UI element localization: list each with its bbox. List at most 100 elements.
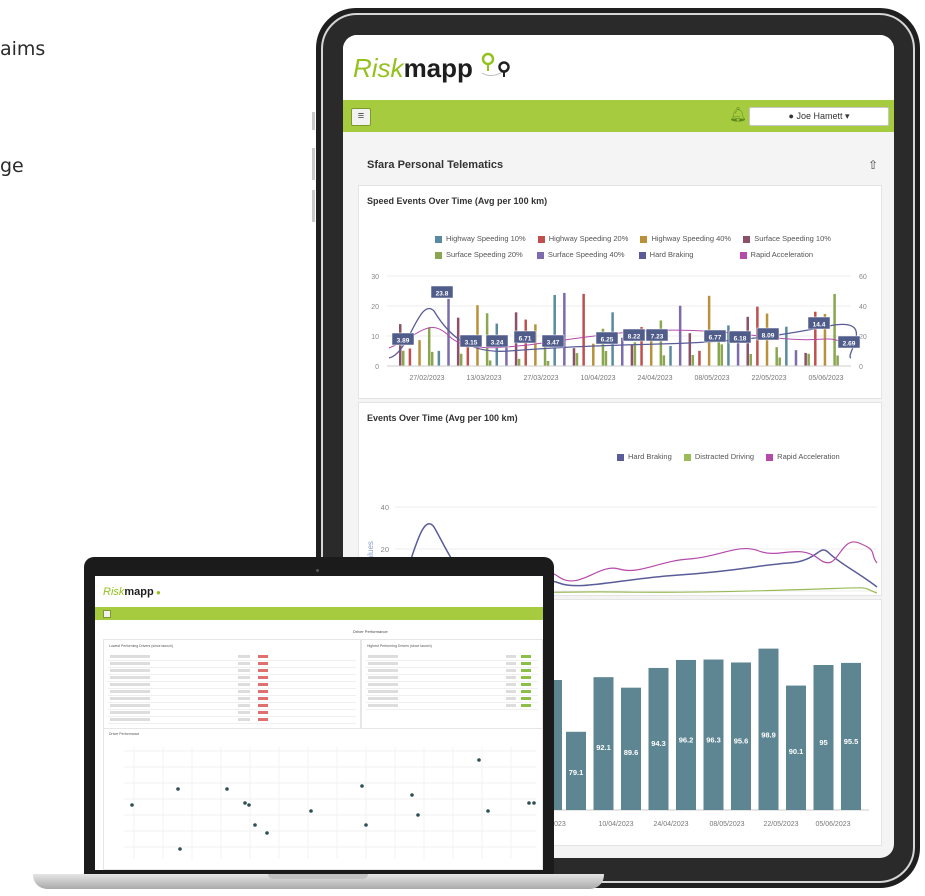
speed-bar [430,351,434,366]
data-label: 6.77 [709,335,722,342]
table-row[interactable] [366,682,538,689]
table-row[interactable] [366,675,538,682]
data-label: 3.15 [465,340,478,347]
app-logo[interactable]: Riskmapp [353,51,514,84]
speed-bar [775,347,778,366]
speed-bar [807,353,810,366]
x-axis-tick: 10/04/2023 [598,821,633,828]
score-bar-label: 95.5 [844,737,859,746]
speed-bar [534,324,537,366]
table-row[interactable] [108,710,356,717]
x-axis-tick: 13/03/2023 [466,375,501,382]
scatter-point [486,809,490,813]
user-menu-button[interactable]: ● Joe Hamett ▾ [749,107,889,126]
y-axis-tick: 40 [381,503,389,512]
table-row[interactable] [108,689,356,696]
speed-bar [418,340,421,366]
scatter-point [527,801,531,805]
data-label: 3.89 [397,338,410,345]
data-label: 6.71 [519,336,532,343]
speed-bar [402,350,405,366]
hamburger-icon[interactable]: ≡ [351,108,371,126]
laptop-camera [316,569,319,572]
y-axis-tick-right: 0 [859,364,863,371]
speed-bar [662,355,666,366]
y-axis-tick: 20 [381,545,389,554]
speed-bar [778,357,781,366]
speed-events-card: Speed Events Over Time (Avg per 100 km) … [358,185,882,399]
data-label: 8.09 [762,333,775,340]
share-icon[interactable]: ⇧ [868,158,878,172]
table-row[interactable] [366,696,538,703]
speed-bar [408,348,412,366]
speed-bar [717,340,721,366]
speed-bar [572,348,576,366]
x-axis-tick: 05/06/2023 [808,375,843,382]
score-bar-label: 89.6 [624,748,639,757]
scatter-point [130,803,134,807]
y-axis-tick-right: 60 [859,274,867,281]
laptop-screen: Riskmapp ● Driver Performance Lowest Per… [95,576,543,870]
speed-bar [553,294,556,366]
speed-bar [543,344,547,366]
speed-bar [427,327,431,366]
laptop-menu-icon[interactable] [103,610,111,618]
table-row[interactable] [108,675,356,682]
top-nav-bar: ≡ 🔔︎ ● Joe Hamett ▾ [343,100,894,132]
score-bar-label: 96.2 [679,735,694,744]
table-row[interactable] [366,703,538,710]
scatter-point [247,803,251,807]
table-row[interactable] [108,661,356,668]
speed-bar [794,350,798,366]
laptop-app-logo[interactable]: Riskmapp ● [103,586,161,598]
laptop-section-title: Driver Performance [353,629,388,634]
chevron-down-icon: ▾ [844,111,850,121]
table-row[interactable] [366,661,538,668]
score-bar-label: 90.1 [789,747,804,756]
x-axis-tick: 08/05/2023 [694,375,729,382]
y-axis-tick: 30 [371,274,379,281]
scatter-point [243,801,247,805]
scatter-point [477,758,481,762]
scatter-point [532,801,536,805]
scatter-point [253,823,257,827]
speed-bar [659,320,663,366]
speed-bar [604,350,608,366]
user-icon: ● [788,111,794,121]
y-axis-tick: 10 [371,334,379,341]
speed-bar [517,358,521,366]
background-text-2: ge [0,155,24,177]
speed-bar [630,344,634,366]
scatter-point [410,793,414,797]
speed-bar [633,342,637,366]
table-row[interactable] [366,689,538,696]
speed-bar [691,354,695,366]
x-axis-tick: 24/04/2023 [653,821,688,828]
score-bar-label: 79.1 [569,768,584,777]
table-row[interactable] [108,682,356,689]
x-axis-tick: 27/02/2023 [409,375,444,382]
speed-bar [749,353,752,366]
bell-icon[interactable]: 🔔︎ [729,106,747,123]
table-row[interactable] [108,696,356,703]
speed-bar [447,298,450,366]
x-axis-tick: 27/03/2023 [523,375,558,382]
speed-bar [785,326,788,366]
table-row[interactable] [108,668,356,675]
data-label: 2.69 [843,341,856,348]
scatter-point [178,847,182,851]
table-row[interactable] [108,703,356,710]
table-row[interactable] [108,654,356,661]
data-label: 3.47 [547,340,560,347]
table-row[interactable] [108,717,356,724]
table-row[interactable] [366,668,538,675]
scatter-point [176,787,180,791]
x-axis-tick: 05/06/2023 [815,821,850,828]
table-row[interactable] [366,654,538,661]
tablet-volume-up [312,148,315,180]
speed-bar [459,353,463,366]
data-label: 6.18 [734,336,747,343]
tablet-side-button [312,112,315,130]
speed-bar [720,344,724,366]
speed-bar [563,292,566,366]
